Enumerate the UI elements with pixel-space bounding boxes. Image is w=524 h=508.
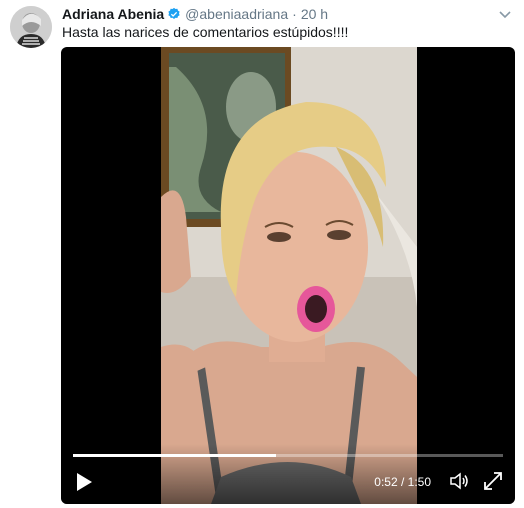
- separator: ·: [292, 6, 297, 22]
- volume-icon[interactable]: [449, 472, 469, 490]
- video-time: 0:52 / 1:50: [374, 475, 431, 489]
- video-controls: 0:52 / 1:50: [61, 444, 515, 504]
- verified-badge-icon: [167, 7, 181, 21]
- tweet-text: Hasta las narices de comentarios estúpid…: [62, 24, 349, 40]
- display-name[interactable]: Adriana Abenia: [62, 6, 164, 22]
- chevron-down-icon[interactable]: [498, 7, 512, 19]
- fullscreen-icon[interactable]: [483, 471, 503, 491]
- tweet-header: Adriana Abenia @abeniaadriana · 20 h: [62, 5, 494, 23]
- play-icon[interactable]: [75, 472, 93, 492]
- video-progress-fill: [73, 454, 277, 457]
- video-frame: [161, 47, 417, 504]
- video-progress-bar[interactable]: [73, 454, 503, 457]
- avatar[interactable]: [10, 6, 52, 48]
- user-handle[interactable]: @abeniaadriana: [185, 6, 288, 22]
- timestamp[interactable]: 20 h: [301, 6, 328, 22]
- avatar-image: [10, 6, 52, 48]
- video-player[interactable]: 0:52 / 1:50: [61, 47, 515, 504]
